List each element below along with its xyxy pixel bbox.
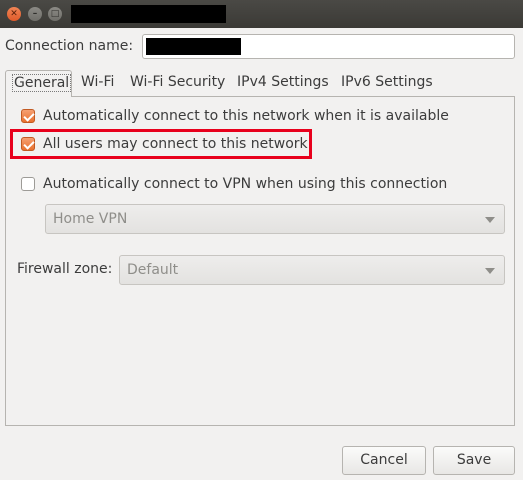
tab-general[interactable]: General (5, 70, 72, 97)
tab-general-label: General (12, 74, 72, 92)
save-button[interactable]: Save (433, 446, 515, 475)
connection-name-input[interactable] (142, 34, 515, 59)
tab-ipv6-settings[interactable]: IPv6 Settings (335, 70, 439, 95)
vpn-select[interactable]: Home VPN (45, 204, 505, 234)
auto-vpn-checkbox[interactable] (21, 177, 35, 191)
title-bar: ✕ – □ (0, 0, 523, 28)
cancel-button[interactable]: Cancel (342, 446, 426, 475)
firewall-zone-label: Firewall zone: (17, 261, 113, 277)
chevron-down-icon (485, 268, 495, 274)
firewall-zone-select[interactable]: Default (119, 255, 505, 285)
auto-connect-label: Automatically connect to this network wh… (43, 108, 449, 124)
all-users-label: All users may connect to this network (43, 136, 308, 152)
close-icon[interactable]: ✕ (7, 7, 21, 21)
connection-name-label: Connection name: (5, 38, 134, 54)
window-title-redacted (71, 5, 226, 23)
auto-connect-row[interactable]: Automatically connect to this network wh… (21, 108, 449, 124)
connection-name-redacted (146, 38, 241, 55)
tab-ipv4-settings[interactable]: IPv4 Settings (231, 70, 335, 95)
chevron-down-icon (485, 217, 495, 223)
all-users-checkbox[interactable] (21, 137, 35, 151)
tab-wifi-security[interactable]: Wi-Fi Security (124, 70, 231, 95)
all-users-row[interactable]: All users may connect to this network (21, 136, 308, 152)
vpn-select-value: Home VPN (53, 211, 128, 227)
firewall-zone-value: Default (127, 262, 179, 278)
maximize-icon[interactable]: □ (48, 7, 62, 21)
auto-connect-checkbox[interactable] (21, 109, 35, 123)
auto-vpn-label: Automatically connect to VPN when using … (43, 176, 448, 192)
minimize-icon[interactable]: – (28, 7, 42, 21)
tab-wifi[interactable]: Wi-Fi (75, 70, 120, 95)
auto-vpn-row[interactable]: Automatically connect to VPN when using … (21, 176, 447, 192)
